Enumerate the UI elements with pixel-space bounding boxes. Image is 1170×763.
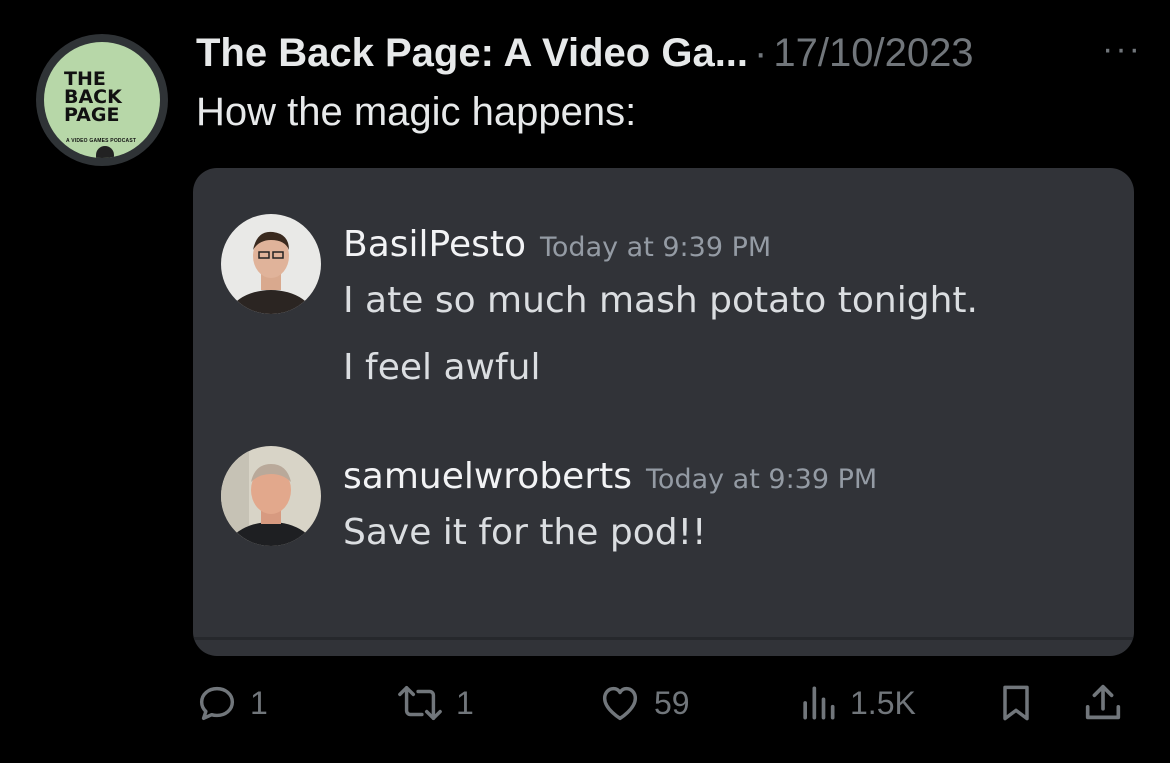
analytics-icon xyxy=(803,686,835,720)
message-header: BasilPesto Today at 9:39 PM xyxy=(343,224,771,265)
more-options-icon[interactable]: ··· xyxy=(1102,30,1142,69)
profile-avatar[interactable]: THE BACK PAGE A VIDEO GAMES PODCAST xyxy=(36,34,168,166)
bookmark-button[interactable] xyxy=(994,680,1038,726)
bookmark-icon xyxy=(1003,685,1029,721)
author-name[interactable]: The Back Page: A Video Ga... xyxy=(196,31,748,76)
share-icon xyxy=(1085,684,1121,720)
attached-image[interactable]: BasilPesto Today at 9:39 PM I ate so much… xyxy=(193,168,1134,656)
logo-text: THE BACK PAGE xyxy=(64,70,144,126)
logo-line-3: PAGE xyxy=(64,104,120,126)
message-timestamp: Today at 9:39 PM xyxy=(646,464,878,495)
user-avatar xyxy=(221,214,321,314)
reply-count: 1 xyxy=(250,684,268,721)
like-count: 59 xyxy=(654,684,690,721)
share-button[interactable] xyxy=(1080,680,1126,726)
username: BasilPesto xyxy=(343,224,526,265)
separator-dot: · xyxy=(754,30,768,75)
heart-icon xyxy=(602,686,638,721)
logo-subtitle: A VIDEO GAMES PODCAST xyxy=(66,138,137,144)
views-button[interactable]: 1.5K xyxy=(796,680,916,726)
user-avatar xyxy=(221,446,321,546)
reply-icon xyxy=(199,686,235,721)
message-line: I feel awful xyxy=(343,347,541,388)
reply-button[interactable]: 1 xyxy=(194,680,268,726)
action-bar: 1 1 59 1.5K xyxy=(0,672,1170,752)
user-avatar-photo xyxy=(221,214,321,314)
tweet-date[interactable]: 17/10/2023 xyxy=(773,31,973,76)
view-count: 1.5K xyxy=(850,684,916,721)
podcast-logo: THE BACK PAGE A VIDEO GAMES PODCAST xyxy=(44,42,160,158)
username: samuelwroberts xyxy=(343,456,633,497)
message-timestamp: Today at 9:39 PM xyxy=(540,232,772,263)
tweet-text: How the magic happens: xyxy=(196,90,637,134)
message-line: I ate so much mash potato tonight. xyxy=(343,280,978,321)
like-button[interactable]: 59 xyxy=(596,680,690,726)
message-line: Save it for the pod!! xyxy=(343,512,707,553)
divider xyxy=(193,637,1134,640)
repost-button[interactable]: 1 xyxy=(394,680,474,726)
user-avatar-photo xyxy=(221,446,321,546)
message-header: samuelwroberts Today at 9:39 PM xyxy=(343,456,877,497)
repost-count: 1 xyxy=(456,684,474,721)
tweet-header: The Back Page: A Video Ga... · 17/10/202… xyxy=(196,26,1146,80)
repost-icon xyxy=(398,685,442,721)
microphone-icon xyxy=(96,146,114,158)
